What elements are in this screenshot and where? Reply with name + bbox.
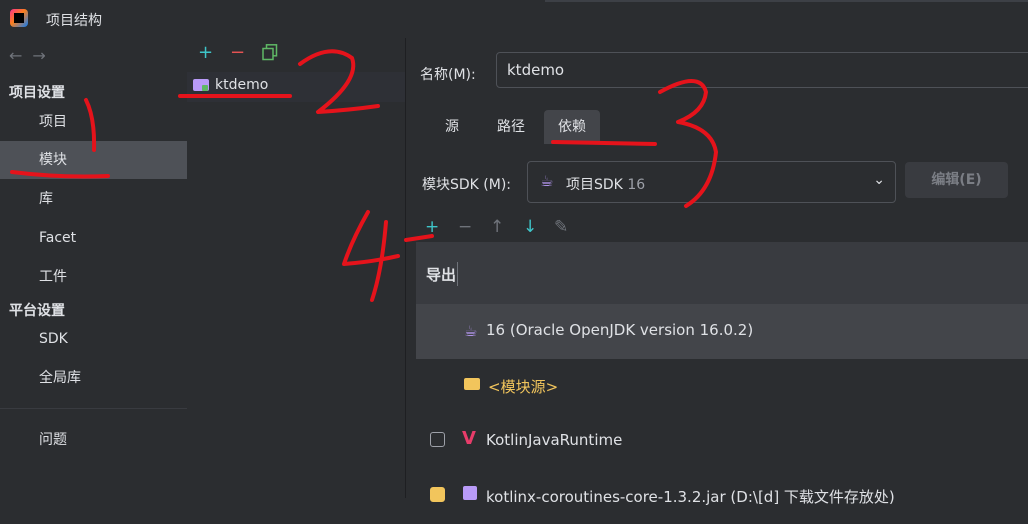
dependency-label: kotlinx-coroutines-core-1.3.2.jar (D:\[d… (486, 488, 895, 506)
export-checkbox[interactable] (430, 432, 445, 447)
nav-item-libraries[interactable]: 库 (0, 180, 187, 218)
module-sdk-label: 模块SDK (M): (422, 177, 512, 193)
move-up-icon[interactable]: ↑ (490, 217, 504, 237)
nav-item-sdks[interactable]: SDK (0, 320, 187, 358)
add-dependency-icon[interactable]: + (425, 217, 439, 237)
edit-sdk-button[interactable]: 编辑(E) (905, 162, 1008, 198)
project-settings-header: 项目设置 (9, 85, 65, 101)
nav-item-problems[interactable]: 问题 (0, 421, 187, 459)
nav-item-global-libraries[interactable]: 全局库 (0, 359, 187, 397)
window-title: 项目结构 (46, 13, 102, 29)
table-header: 导出 (416, 242, 1028, 304)
chevron-down-icon: ⌄ (873, 172, 885, 188)
dependency-table: 导出 ☕ 16 (Oracle OpenJDK version 16.0.2) … (416, 242, 1028, 506)
table-row[interactable]: kotlinx-coroutines-core-1.3.2.jar (D:\[d… (416, 469, 1028, 524)
tab-sources[interactable]: 源 (431, 110, 473, 144)
remove-dependency-icon[interactable]: − (458, 217, 472, 237)
export-checkbox[interactable] (430, 487, 445, 502)
table-row[interactable]: <模块源> (416, 359, 1028, 414)
remove-module-icon[interactable]: − (230, 44, 245, 62)
move-down-icon[interactable]: ↓ (523, 217, 537, 237)
back-arrow-icon[interactable]: ← (9, 46, 32, 65)
tab-dependencies[interactable]: 依赖 (544, 110, 600, 144)
nav-item-modules[interactable]: 模块 (0, 141, 187, 179)
module-item-ktdemo[interactable]: ktdemo (187, 72, 405, 102)
dependency-label: KotlinJavaRuntime (486, 431, 623, 449)
settings-nav: ←→ 项目设置 项目 模块 库 Facet 工件 平台设置 SDK 全局库 问题 (0, 38, 187, 498)
java-icon: ☕ (540, 172, 554, 190)
nav-item-facets[interactable]: Facet (0, 219, 187, 257)
edit-pencil-icon[interactable]: ✎ (554, 217, 568, 237)
sdk-value: 项目SDK (566, 177, 623, 193)
tab-paths[interactable]: 路径 (483, 110, 539, 144)
name-label: 名称(M): (420, 67, 476, 83)
copy-icon[interactable] (262, 44, 278, 65)
export-column-header[interactable]: 导出 (426, 264, 456, 285)
forward-arrow-icon[interactable]: → (32, 46, 55, 65)
module-list-panel: + − ktdemo (187, 38, 406, 498)
nav-arrows: ←→ (9, 46, 56, 65)
dependency-label: <模块源> (488, 378, 559, 396)
module-label: ktdemo (215, 77, 269, 93)
add-module-icon[interactable]: + (198, 44, 213, 62)
module-sdk-select[interactable]: ☕ 项目SDK 16 ⌄ (527, 161, 896, 203)
java-icon: ☕ (464, 322, 478, 340)
table-row[interactable]: ☕ 16 (Oracle OpenJDK version 16.0.2) (416, 304, 1028, 359)
sdk-version: 16 (627, 177, 646, 193)
intellij-logo-icon (10, 9, 28, 27)
module-name-input[interactable]: ktdemo (496, 52, 1028, 88)
module-folder-icon (193, 79, 209, 91)
source-folder-icon (464, 378, 480, 390)
platform-settings-header: 平台设置 (9, 303, 65, 319)
table-row[interactable]: V KotlinJavaRuntime (416, 414, 1028, 469)
title-bar: 项目结构 (0, 0, 1028, 39)
nav-item-project[interactable]: 项目 (0, 103, 187, 141)
column-resize-handle[interactable] (457, 262, 458, 286)
kotlin-icon: V (462, 428, 476, 449)
dependency-label: 16 (Oracle OpenJDK version 16.0.2) (486, 321, 754, 339)
nav-divider (0, 408, 187, 409)
title-bar-accent-line (545, 0, 1028, 2)
nav-item-artifacts[interactable]: 工件 (0, 258, 187, 296)
module-detail-panel: 名称(M): ktdemo 源 路径 依赖 模块SDK (M): ☕ 项目SDK… (406, 38, 1028, 506)
